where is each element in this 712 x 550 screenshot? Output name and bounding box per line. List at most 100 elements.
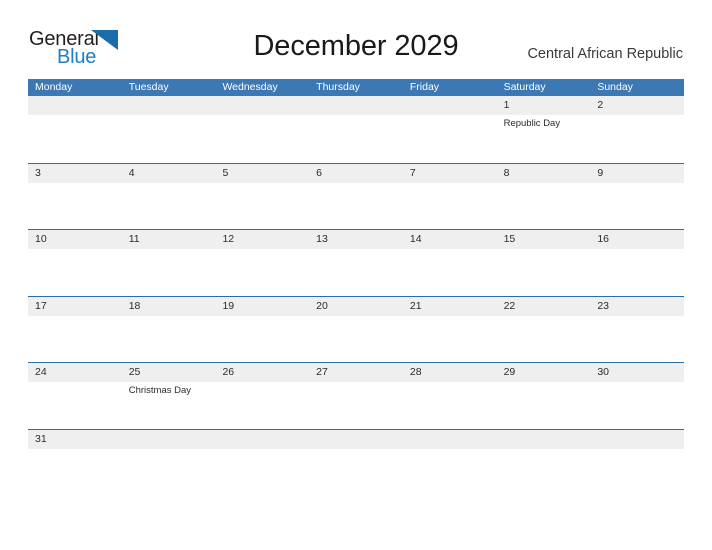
- day-number: 16: [597, 233, 609, 245]
- calendar-day-cell[interactable]: 24: [28, 363, 122, 430]
- day-number: 20: [316, 299, 328, 312]
- calendar-day-cell[interactable]: 31: [28, 430, 122, 497]
- calendar-day-cell-empty: [497, 430, 591, 497]
- calendar-day-cell[interactable]: 8: [497, 164, 591, 231]
- calendar-day-cell[interactable]: 5: [215, 164, 309, 231]
- calendar-day-cell[interactable]: 10: [28, 230, 122, 297]
- calendar-day-cell-empty: [403, 430, 497, 497]
- calendar-day-cell[interactable]: 19: [215, 297, 309, 364]
- calendar-day-cell[interactable]: 11: [122, 230, 216, 297]
- calendar-day-cell[interactable]: 22: [497, 297, 591, 364]
- calendar-page: General Blue December 2029 Central Afric…: [0, 0, 712, 550]
- day-number: 9: [597, 166, 604, 179]
- week-day-cells: 3 4 5 6 7 8 9: [28, 164, 684, 231]
- week-day-cells: 24 25 Christmas Day 26 27 28 29 30: [28, 363, 684, 430]
- week-day-cells: 31: [28, 430, 684, 497]
- week-day-cells: 10 11 12 13 14 15 16: [28, 230, 684, 297]
- calendar-day-cell-empty: [28, 96, 122, 163]
- weekday-header-monday: Monday: [35, 81, 73, 93]
- weekday-header-saturday: Saturday: [503, 81, 546, 93]
- day-number: 15: [503, 233, 516, 245]
- day-number: 26: [222, 366, 235, 378]
- weekday-header-row: Monday Tuesday Wednesday Thursday Friday…: [28, 79, 684, 96]
- day-number: 31: [35, 432, 47, 445]
- page-header: General Blue December 2029 Central Afric…: [0, 0, 712, 79]
- calendar-day-cell[interactable]: 2: [590, 96, 684, 163]
- weekday-header-sunday: Sunday: [597, 81, 633, 93]
- calendar-week-row: 24 25 Christmas Day 26 27 28 29 30: [28, 362, 684, 429]
- week-day-cells: 1 Republic Day 2: [28, 96, 684, 163]
- holiday-label: Christmas Day: [128, 385, 192, 396]
- day-number: 14: [409, 233, 422, 245]
- calendar-day-cell-empty: [309, 96, 403, 163]
- calendar-day-cell[interactable]: 23: [590, 297, 684, 364]
- calendar-day-cell[interactable]: 7: [403, 164, 497, 231]
- day-number: 23: [597, 299, 609, 312]
- calendar-day-cell[interactable]: 14: [403, 230, 497, 297]
- calendar-day-cell-empty: [215, 96, 309, 163]
- day-number: 24: [35, 366, 47, 378]
- day-number: 1: [503, 99, 510, 111]
- day-number: 7: [409, 166, 416, 179]
- calendar-day-cell[interactable]: 25 Christmas Day: [122, 363, 216, 430]
- calendar-day-cell[interactable]: 28: [403, 363, 497, 430]
- day-number: 25: [128, 366, 141, 378]
- calendar-day-cell[interactable]: 29: [497, 363, 591, 430]
- calendar-week-row: 1 Republic Day 2: [28, 96, 684, 163]
- weekday-header-wednesday: Wednesday: [222, 81, 278, 93]
- weekday-header-tuesday: Tuesday: [128, 81, 169, 93]
- day-number: 13: [316, 233, 328, 245]
- day-number: 19: [222, 299, 235, 312]
- calendar-day-cell-empty: [403, 96, 497, 163]
- calendar-day-cell[interactable]: 15: [497, 230, 591, 297]
- calendar-day-cell[interactable]: 9: [590, 164, 684, 231]
- calendar-day-cell[interactable]: 27: [309, 363, 403, 430]
- day-number: 29: [503, 366, 516, 378]
- calendar-day-cell[interactable]: 17: [28, 297, 122, 364]
- calendar-day-cell-empty: [215, 430, 309, 497]
- day-number: 17: [35, 299, 47, 312]
- day-number: 22: [503, 299, 516, 312]
- calendar-day-cell[interactable]: 20: [309, 297, 403, 364]
- calendar-day-cell-empty: [122, 96, 216, 163]
- calendar-day-cell-empty: [590, 430, 684, 497]
- day-number: 10: [35, 233, 47, 245]
- day-number: 12: [222, 233, 235, 245]
- calendar-week-row: 10 11 12 13 14 15 16: [28, 229, 684, 296]
- calendar-day-cell[interactable]: 3: [28, 164, 122, 231]
- day-number: 3: [35, 166, 41, 179]
- weekday-header-friday: Friday: [409, 81, 440, 93]
- calendar-weeks: 1 Republic Day 2 3 4 5 6 7 8 9 10 11 12 13 14 15 16 17 18 1…: [28, 96, 684, 495]
- country-label: Central African Republic: [527, 46, 683, 62]
- day-number: 21: [409, 299, 422, 312]
- day-number: 6: [316, 166, 322, 179]
- day-number: 28: [409, 366, 422, 378]
- calendar-day-cell[interactable]: 12: [215, 230, 309, 297]
- calendar-day-cell[interactable]: 13: [309, 230, 403, 297]
- calendar-day-cell[interactable]: 18: [122, 297, 216, 364]
- calendar-week-row: 3 4 5 6 7 8 9: [28, 162, 684, 231]
- week-day-cells: 17 18 19 20 21 22 23: [28, 297, 684, 364]
- calendar-week-row: 17 18 19 20 21 22 23: [28, 295, 684, 364]
- day-number: 4: [128, 166, 135, 179]
- calendar-day-cell[interactable]: 6: [309, 164, 403, 231]
- calendar-day-cell-empty: [309, 430, 403, 497]
- calendar-day-cell[interactable]: 16: [590, 230, 684, 297]
- calendar-week-row: 31: [28, 428, 684, 497]
- calendar-day-cell-empty: [122, 430, 216, 497]
- calendar-grid: Monday Tuesday Wednesday Thursday Friday…: [28, 79, 684, 495]
- day-number: 11: [128, 233, 140, 245]
- holiday-label: Republic Day: [503, 118, 561, 129]
- day-number: 8: [503, 166, 510, 179]
- calendar-day-cell[interactable]: 26: [215, 363, 309, 430]
- weekday-header-thursday: Thursday: [316, 81, 360, 93]
- day-number: 18: [128, 299, 141, 312]
- calendar-day-cell[interactable]: 30: [590, 363, 684, 430]
- calendar-day-cell[interactable]: 1 Republic Day: [497, 96, 591, 163]
- day-number: 2: [597, 99, 604, 111]
- calendar-day-cell[interactable]: 4: [122, 164, 216, 231]
- day-number: 5: [222, 166, 229, 179]
- day-number: 27: [316, 366, 328, 378]
- day-number: 30: [597, 366, 609, 378]
- calendar-day-cell[interactable]: 21: [403, 297, 497, 364]
